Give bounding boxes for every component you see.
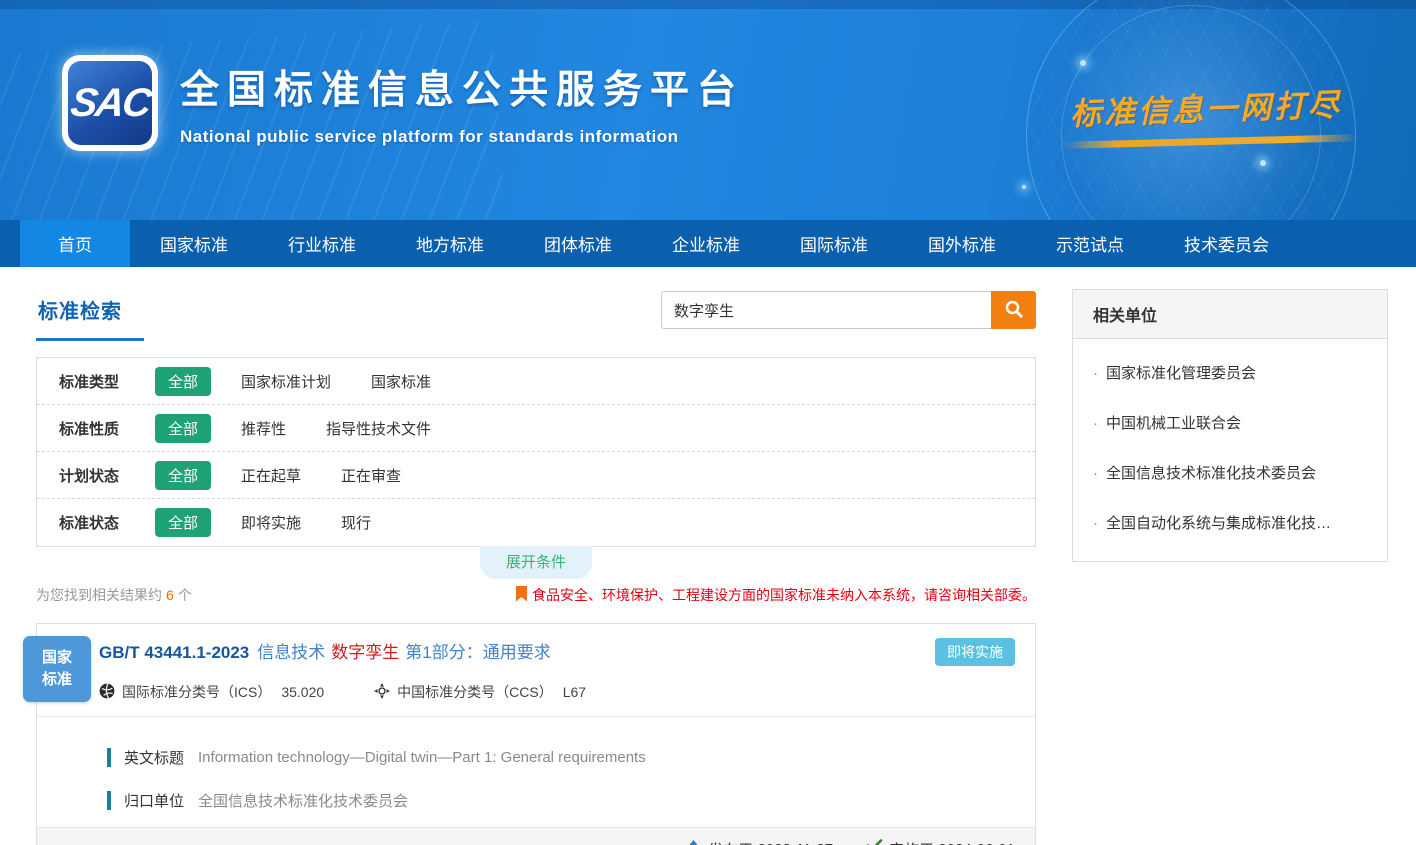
implemented-date: 实施于 2024-06-01	[865, 839, 1015, 845]
standard-title-part2: 第1部分：通用要求	[405, 643, 550, 662]
filter-box: 标准类型 全部 国家标准计划 国家标准 标准性质 全部 推荐性 指导性技术文件 …	[36, 357, 1036, 547]
standard-title-link[interactable]: GB/T 43441.1-2023 信息技术数字孪生第1部分：通用要求	[99, 638, 915, 663]
badge-line: 标准	[42, 669, 72, 692]
published-date: 发布于 2023-11-27	[685, 839, 833, 845]
related-units-panel: 相关单位 国家标准化管理委员会 中国机械工业联合会 全国信息技术标准化技术委员会…	[1072, 289, 1388, 562]
filter-row-plan-status: 计划状态 全部 正在起草 正在审查	[37, 452, 1035, 499]
system-notice: 食品安全、环境保护、工程建设方面的国家标准未纳入本系统，请咨询相关部委。	[516, 585, 1036, 605]
nav-tab-enterprise-standards[interactable]: 企业标准	[642, 220, 770, 267]
detail-bar	[107, 791, 111, 810]
glow-dot	[1260, 160, 1266, 166]
status-badge: 即将实施	[935, 638, 1015, 666]
nav-tab-national-standards[interactable]: 国家标准	[130, 220, 258, 267]
compass-icon	[374, 683, 397, 702]
badge-line: 国家	[42, 647, 72, 670]
related-units-title: 相关单位	[1073, 290, 1387, 339]
filter-label: 标准状态	[59, 512, 155, 533]
bookmark-icon	[516, 586, 532, 605]
glow-dot	[1022, 185, 1026, 189]
nav-tab-technical-committee[interactable]: 技术委员会	[1154, 220, 1299, 267]
english-title-value: Information technology—Digital twin—Part…	[198, 749, 646, 766]
filter-option[interactable]: 正在审查	[341, 465, 401, 486]
main-nav: 首页 国家标准 行业标准 地方标准 团体标准 企业标准 国际标准 国外标准 示范…	[0, 220, 1416, 267]
site-title: 全国标准信息公共服务平台	[180, 59, 744, 115]
notice-text: 食品安全、环境保护、工程建设方面的国家标准未纳入本系统，请咨询相关部委。	[532, 585, 1036, 605]
standard-result-card: 国家 标准 GB/T 43441.1-2023 信息技术数字孪生第1部分：通用要求…	[36, 623, 1036, 845]
result-count-number: 6	[166, 587, 174, 603]
filter-option-all[interactable]: 全部	[155, 508, 211, 537]
sidebar-item-automation-systems-committee[interactable]: 全国自动化系统与集成标准化技…	[1093, 497, 1367, 547]
detail-bar	[107, 748, 111, 767]
standard-type-badge: 国家 标准	[23, 636, 91, 702]
filter-option[interactable]: 国家标准计划	[241, 371, 331, 392]
sac-logo[interactable]: SAC	[62, 55, 158, 151]
section-title-standard-search: 标准检索	[36, 289, 144, 341]
nav-tab-home[interactable]: 首页	[20, 220, 130, 267]
site-banner: SAC 全国标准信息公共服务平台 National public service…	[0, 0, 1416, 220]
filter-option-all[interactable]: 全部	[155, 414, 211, 443]
filter-row-standard-nature: 标准性质 全部 推荐性 指导性技术文件	[37, 405, 1035, 452]
implemented-label: 实施于	[889, 839, 934, 845]
filter-option-all[interactable]: 全部	[155, 461, 211, 490]
standard-code: GB/T 43441.1-2023	[99, 643, 249, 662]
published-label: 发布于	[708, 839, 753, 845]
filter-option[interactable]: 正在起草	[241, 465, 301, 486]
filter-option-all[interactable]: 全部	[155, 367, 211, 396]
search-icon	[1004, 299, 1024, 322]
search-input[interactable]	[661, 291, 991, 329]
sac-logo-text: SAC	[68, 81, 153, 126]
standard-title-highlight: 数字孪生	[331, 643, 399, 662]
detail-label: 英文标题	[124, 747, 184, 768]
detail-label: 归口单位	[124, 790, 184, 811]
check-icon	[865, 839, 889, 845]
search-button[interactable]	[991, 291, 1036, 329]
filter-option[interactable]: 国家标准	[371, 371, 431, 392]
ics-classification: 国际标准分类号（ICS） 35.020	[99, 682, 324, 702]
filter-label: 计划状态	[59, 465, 155, 486]
filter-label: 标准类型	[59, 371, 155, 392]
result-count: 为您找到相关结果约6个	[36, 585, 192, 605]
english-title-row: 英文标题 Information technology—Digital twin…	[107, 747, 1015, 768]
result-count-prefix: 为您找到相关结果约	[36, 587, 162, 603]
filter-option[interactable]: 即将实施	[241, 512, 301, 533]
ics-value: 35.020	[281, 684, 324, 700]
result-count-suffix: 个	[178, 587, 192, 603]
published-value: 2023-11-27	[757, 841, 833, 845]
ccs-value: L67	[563, 684, 586, 700]
filter-option[interactable]: 指导性技术文件	[326, 418, 431, 439]
ccs-label: 中国标准分类号（CCS）	[397, 682, 553, 702]
filter-row-standard-type: 标准类型 全部 国家标准计划 国家标准	[37, 358, 1035, 405]
filter-row-standard-status: 标准状态 全部 即将实施 现行	[37, 499, 1035, 546]
nav-tab-local-standards[interactable]: 地方标准	[386, 220, 514, 267]
ccs-classification: 中国标准分类号（CCS） L67	[374, 682, 586, 702]
sidebar-item-sac[interactable]: 国家标准化管理委员会	[1093, 347, 1367, 397]
sidebar-item-it-standardization-committee[interactable]: 全国信息技术标准化技术委员会	[1093, 447, 1367, 497]
site-subtitle: National public service platform for sta…	[180, 127, 744, 147]
responsible-unit-row: 归口单位 全国信息技术标准化技术委员会	[107, 790, 1015, 811]
card-footer: 发布于 2023-11-27 实施于 2024-06-01	[37, 827, 1035, 845]
nav-tab-group-standards[interactable]: 团体标准	[514, 220, 642, 267]
implemented-value: 2024-06-01	[938, 841, 1015, 845]
nav-tab-international-standards[interactable]: 国际标准	[770, 220, 898, 267]
sidebar-item-machinery-federation[interactable]: 中国机械工业联合会	[1093, 397, 1367, 447]
nav-tab-industry-standards[interactable]: 行业标准	[258, 220, 386, 267]
filter-option[interactable]: 现行	[341, 512, 371, 533]
nav-tab-pilot[interactable]: 示范试点	[1026, 220, 1154, 267]
expand-conditions-button[interactable]: 展开条件	[480, 546, 592, 579]
nav-tab-foreign-standards[interactable]: 国外标准	[898, 220, 1026, 267]
filter-label: 标准性质	[59, 418, 155, 439]
responsible-unit-value: 全国信息技术标准化技术委员会	[198, 790, 408, 811]
globe-icon	[99, 683, 122, 702]
glow-dot	[1080, 60, 1086, 66]
filter-option[interactable]: 推荐性	[241, 418, 286, 439]
upload-icon	[685, 839, 708, 845]
ics-label: 国际标准分类号（ICS）	[122, 682, 271, 702]
standard-title-part1: 信息技术	[257, 643, 325, 662]
